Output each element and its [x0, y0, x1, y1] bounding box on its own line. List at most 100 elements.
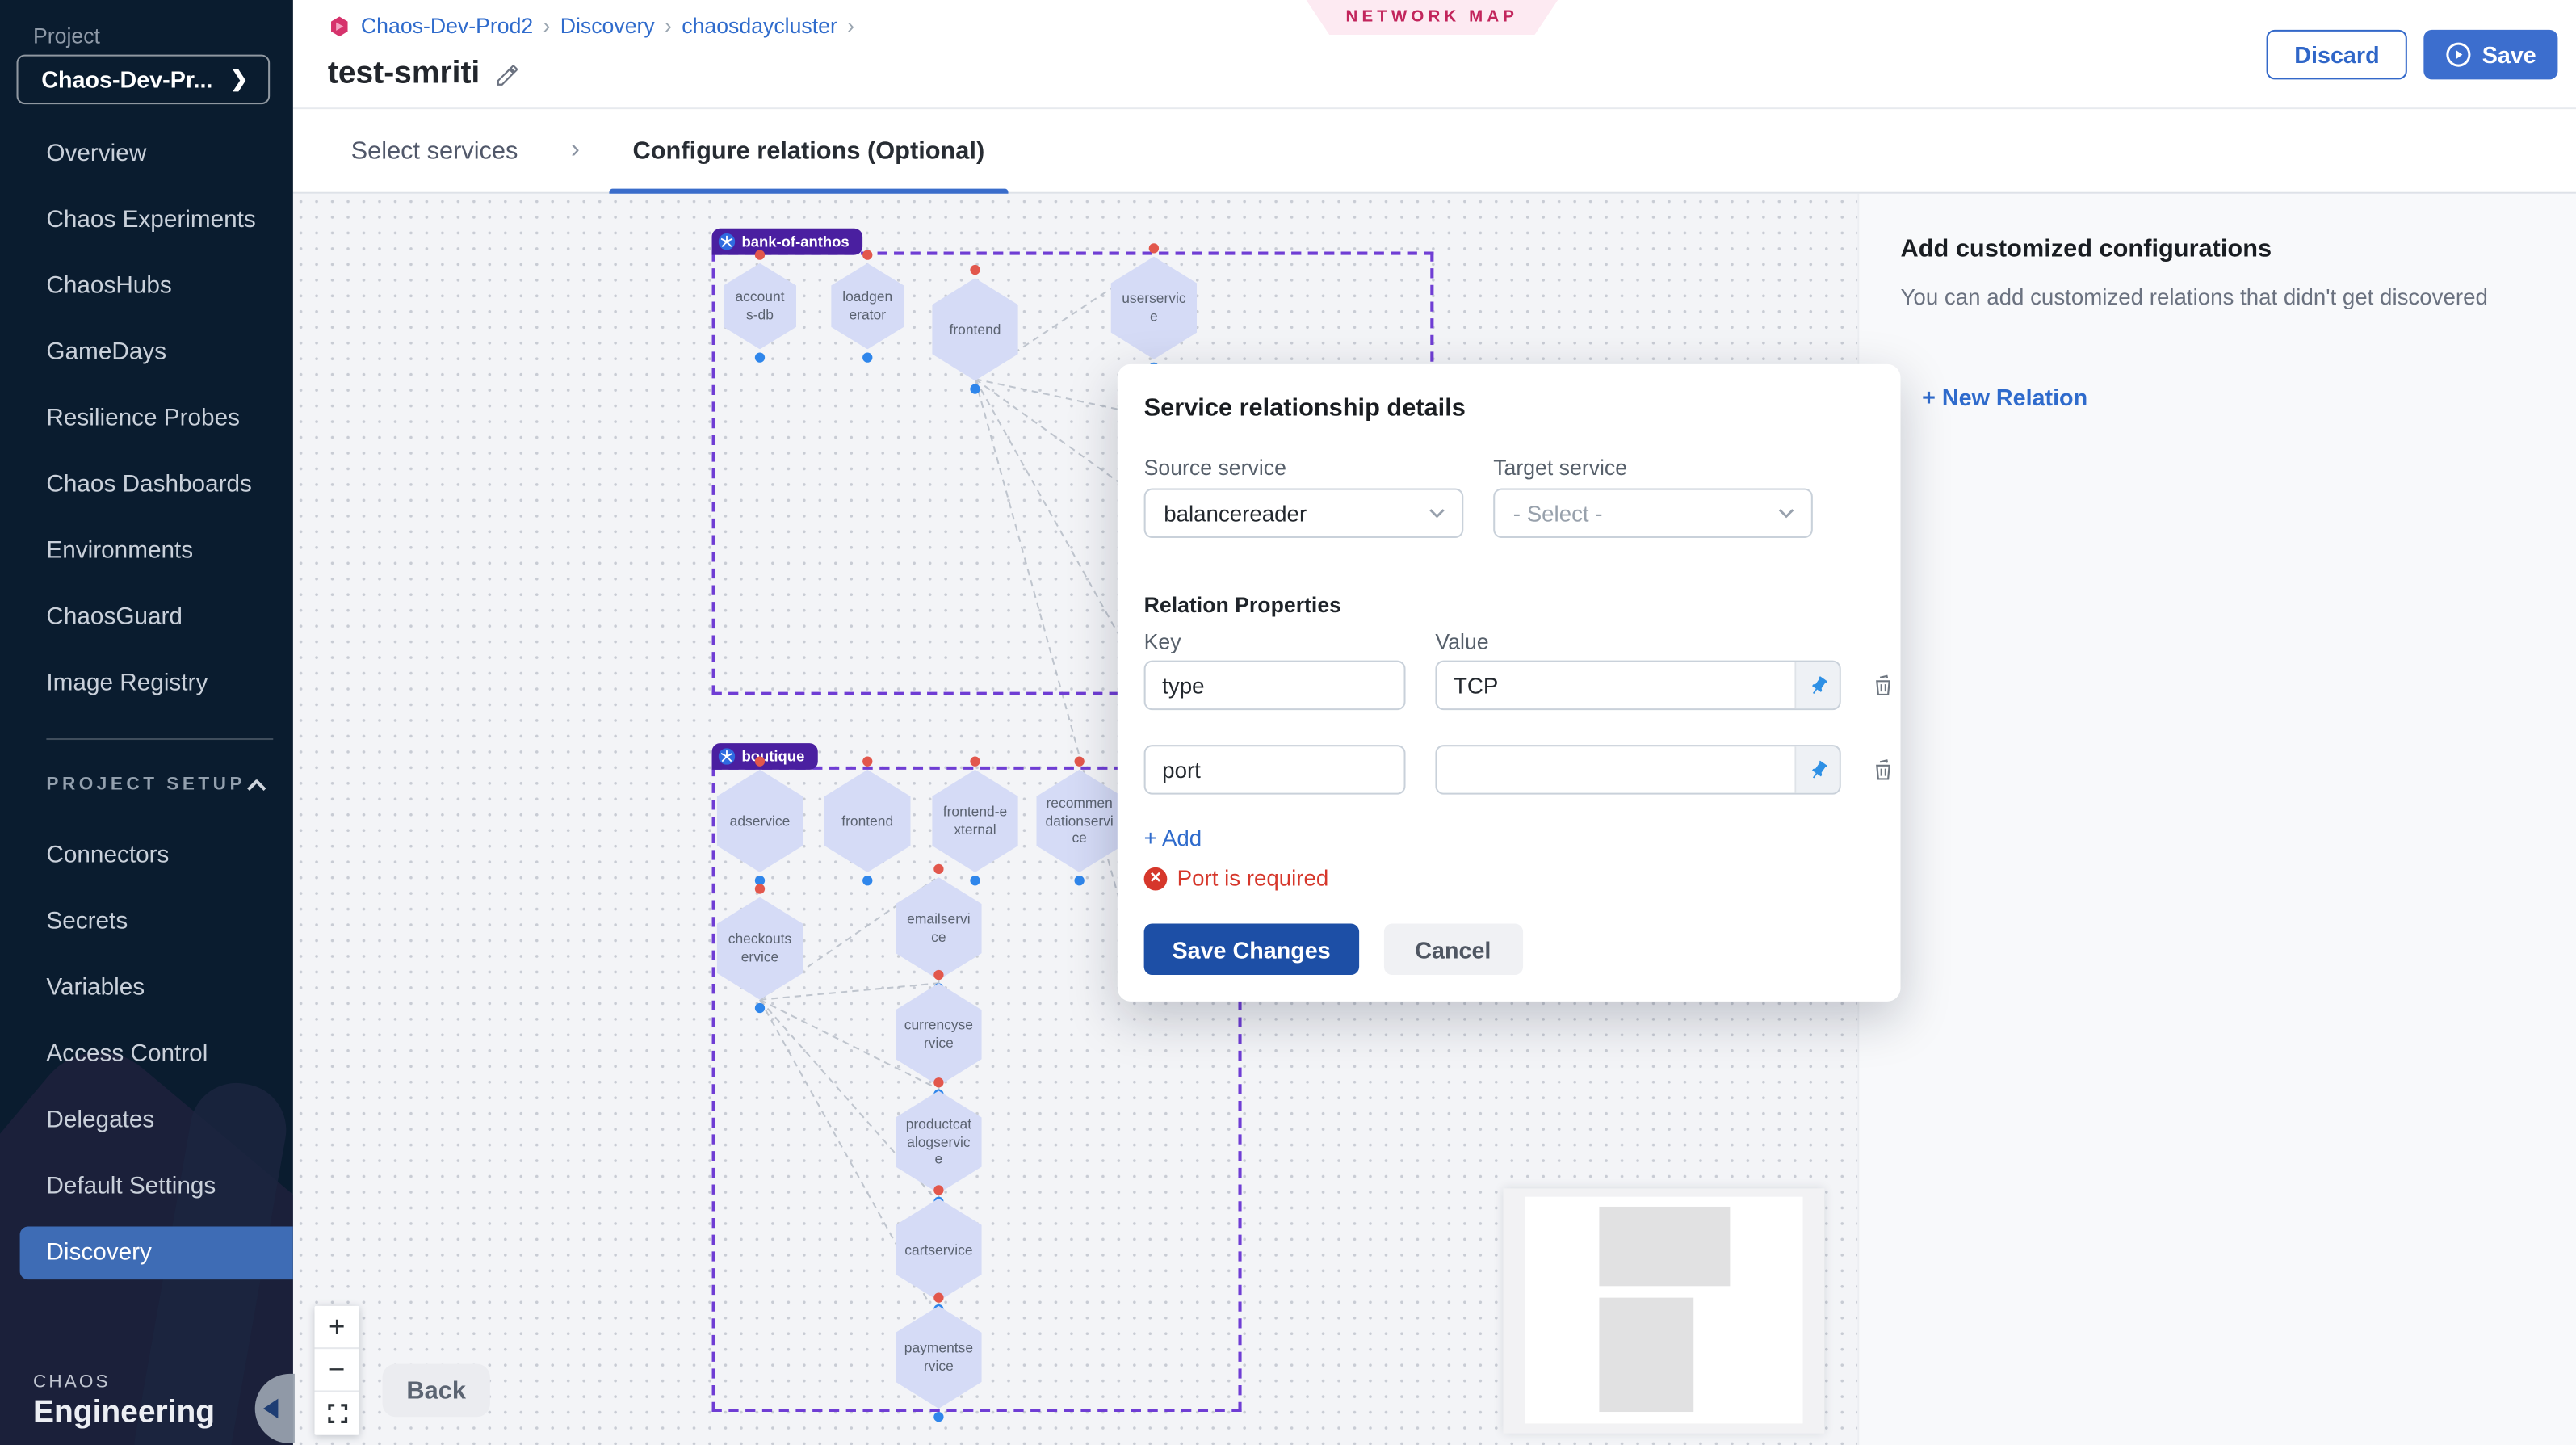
sidebar-item-chaos-dashboards[interactable]: Chaos Dashboards — [0, 452, 293, 518]
group-label-bank-of-anthos[interactable]: bank-of-anthos — [712, 229, 863, 255]
sidebar-item-variables[interactable]: Variables — [0, 955, 293, 1021]
group-label-boutique[interactable]: boutique — [712, 743, 818, 770]
validation-error: ✕ Port is required — [1144, 866, 1329, 891]
service-node-checkoutservice[interactable]: checkoutservice — [717, 897, 803, 1000]
sidebar-item-access-control[interactable]: Access Control — [0, 1021, 293, 1087]
tab-select-services[interactable]: Select services — [328, 109, 541, 191]
delete-row-button[interactable] — [1868, 670, 1898, 700]
service-node-frontend-bank[interactable]: frontend — [932, 278, 1018, 380]
chevron-up-icon — [246, 779, 266, 790]
value-field-row1 — [1435, 661, 1840, 710]
fullscreen-button[interactable] — [315, 1392, 359, 1434]
play-circle-icon — [2446, 41, 2473, 68]
value-input-row2[interactable] — [1435, 745, 1840, 794]
service-node-userservice[interactable]: userservice — [1111, 257, 1198, 359]
service-node-currencyservice[interactable]: currencyservice — [896, 983, 982, 1086]
breadcrumb-discovery[interactable]: Discovery — [560, 13, 655, 38]
service-node-recommendationservice[interactable]: recommendationservice — [1036, 770, 1122, 872]
ingress-dot — [933, 970, 943, 980]
key-input-row1[interactable] — [1144, 661, 1406, 710]
back-button[interactable]: Back — [383, 1364, 490, 1418]
sidebar-item-discovery[interactable]: Discovery — [0, 1220, 293, 1286]
harness-brand-icon — [328, 14, 351, 37]
breadcrumb-project[interactable]: Chaos-Dev-Prod2 — [361, 13, 533, 38]
project-selector[interactable]: Chaos-Dev-Pr... ❯ — [17, 55, 271, 104]
ingress-dot — [933, 1185, 943, 1195]
sidebar: Project Chaos-Dev-Pr... ❯ Overview Chaos… — [0, 0, 293, 1445]
pin-value-button[interactable] — [1794, 662, 1839, 708]
sidebar-nav: Overview Chaos Experiments ChaosHubs Gam… — [0, 121, 293, 717]
new-relation-link[interactable]: + New Relation — [1922, 384, 2087, 410]
add-property-link[interactable]: + Add — [1144, 826, 1202, 851]
network-map-ribbon: NETWORK MAP — [1307, 0, 1559, 35]
value-input-row1[interactable] — [1435, 661, 1840, 710]
ingress-dot — [933, 1077, 943, 1087]
zoom-in-button[interactable]: + — [315, 1306, 359, 1349]
sidebar-divider — [46, 738, 273, 740]
pushpin-icon — [1807, 759, 1829, 781]
service-node-productcatalogservice[interactable]: productcatalogservice — [896, 1090, 982, 1193]
service-node-paymentservice[interactable]: paymentservice — [896, 1306, 982, 1409]
trash-icon — [1870, 757, 1895, 783]
tab-configure-relations[interactable]: Configure relations (Optional) — [610, 109, 1008, 191]
key-input-row2[interactable] — [1144, 745, 1406, 794]
minimap-group-bank — [1599, 1207, 1730, 1286]
discard-button[interactable]: Discard — [2266, 30, 2407, 79]
service-node-cartservice[interactable]: cartservice — [896, 1199, 982, 1301]
ingress-dot — [933, 1293, 943, 1303]
header-actions: Discard Save — [2266, 30, 2557, 79]
sidebar-item-delegates[interactable]: Delegates — [0, 1087, 293, 1153]
sidebar-item-chaos-experiments[interactable]: Chaos Experiments — [0, 187, 293, 254]
egress-dot — [862, 876, 872, 885]
egress-dot — [862, 353, 872, 363]
error-circle-x-icon: ✕ — [1144, 867, 1168, 890]
cancel-button[interactable]: Cancel — [1383, 924, 1522, 976]
sidebar-item-gamedays[interactable]: GameDays — [0, 320, 293, 386]
service-node-loadgenerator[interactable]: loadgenerator — [831, 263, 904, 350]
ingress-dot — [1075, 757, 1085, 767]
service-node-accounts-db[interactable]: accounts-db — [724, 263, 796, 350]
egress-dot — [755, 353, 765, 363]
sidebar-item-environments[interactable]: Environments — [0, 518, 293, 584]
sidebar-setup-nav: Connectors Secrets Variables Access Cont… — [0, 823, 293, 1287]
service-node-adservice[interactable]: adservice — [717, 770, 803, 872]
service-node-frontend-external[interactable]: frontend-external — [932, 770, 1018, 872]
ingress-dot — [755, 250, 765, 259]
modal-title: Service relationship details — [1144, 394, 1466, 422]
service-node-frontend-boutique[interactable]: frontend — [824, 770, 911, 872]
minimap-view — [1525, 1197, 1802, 1424]
fullscreen-icon — [327, 1404, 347, 1424]
sidebar-item-secrets[interactable]: Secrets — [0, 888, 293, 955]
sidebar-item-chaosguard[interactable]: ChaosGuard — [0, 584, 293, 650]
sidebar-item-connectors[interactable]: Connectors — [0, 823, 293, 889]
sidebar-item-overview[interactable]: Overview — [0, 121, 293, 187]
edit-pencil-icon[interactable] — [495, 62, 520, 87]
sidebar-item-chaoshubs[interactable]: ChaosHubs — [0, 254, 293, 320]
page-title-row: test-smriti — [328, 57, 520, 93]
sidebar-item-default-settings[interactable]: Default Settings — [0, 1153, 293, 1220]
chevron-left-icon — [263, 1399, 278, 1419]
error-text: Port is required — [1177, 866, 1329, 891]
save-changes-button[interactable]: Save Changes — [1144, 924, 1359, 976]
breadcrumb-agent[interactable]: chaosdaycluster — [682, 13, 837, 38]
sidebar-item-resilience-probes[interactable]: Resilience Probes — [0, 385, 293, 452]
zoom-out-button[interactable]: − — [315, 1349, 359, 1392]
delete-row-button[interactable] — [1868, 754, 1898, 784]
sidebar-item-image-registry[interactable]: Image Registry — [0, 650, 293, 716]
project-label: Project — [33, 23, 100, 48]
target-service-select[interactable]: - Select - — [1493, 489, 1813, 538]
chevron-right-icon: › — [847, 13, 854, 38]
service-node-emailservice[interactable]: emailservice — [896, 877, 982, 980]
chevron-right-icon: › — [665, 13, 672, 38]
ingress-dot — [862, 757, 872, 767]
canvas-minimap[interactable] — [1503, 1188, 1824, 1433]
chaos-engineering-app: Project Chaos-Dev-Pr... ❯ Overview Chaos… — [0, 0, 2576, 1445]
pin-value-button[interactable] — [1794, 746, 1839, 792]
ingress-dot — [933, 864, 943, 874]
project-setup-section-header[interactable]: PROJECT SETUP — [46, 765, 266, 804]
save-button[interactable]: Save — [2424, 30, 2557, 79]
project-selector-value: Chaos-Dev-Pr... — [41, 66, 212, 93]
value-label: Value — [1435, 629, 1488, 654]
chevron-right-icon: › — [571, 136, 580, 166]
source-service-select[interactable]: balancereader — [1144, 489, 1464, 538]
